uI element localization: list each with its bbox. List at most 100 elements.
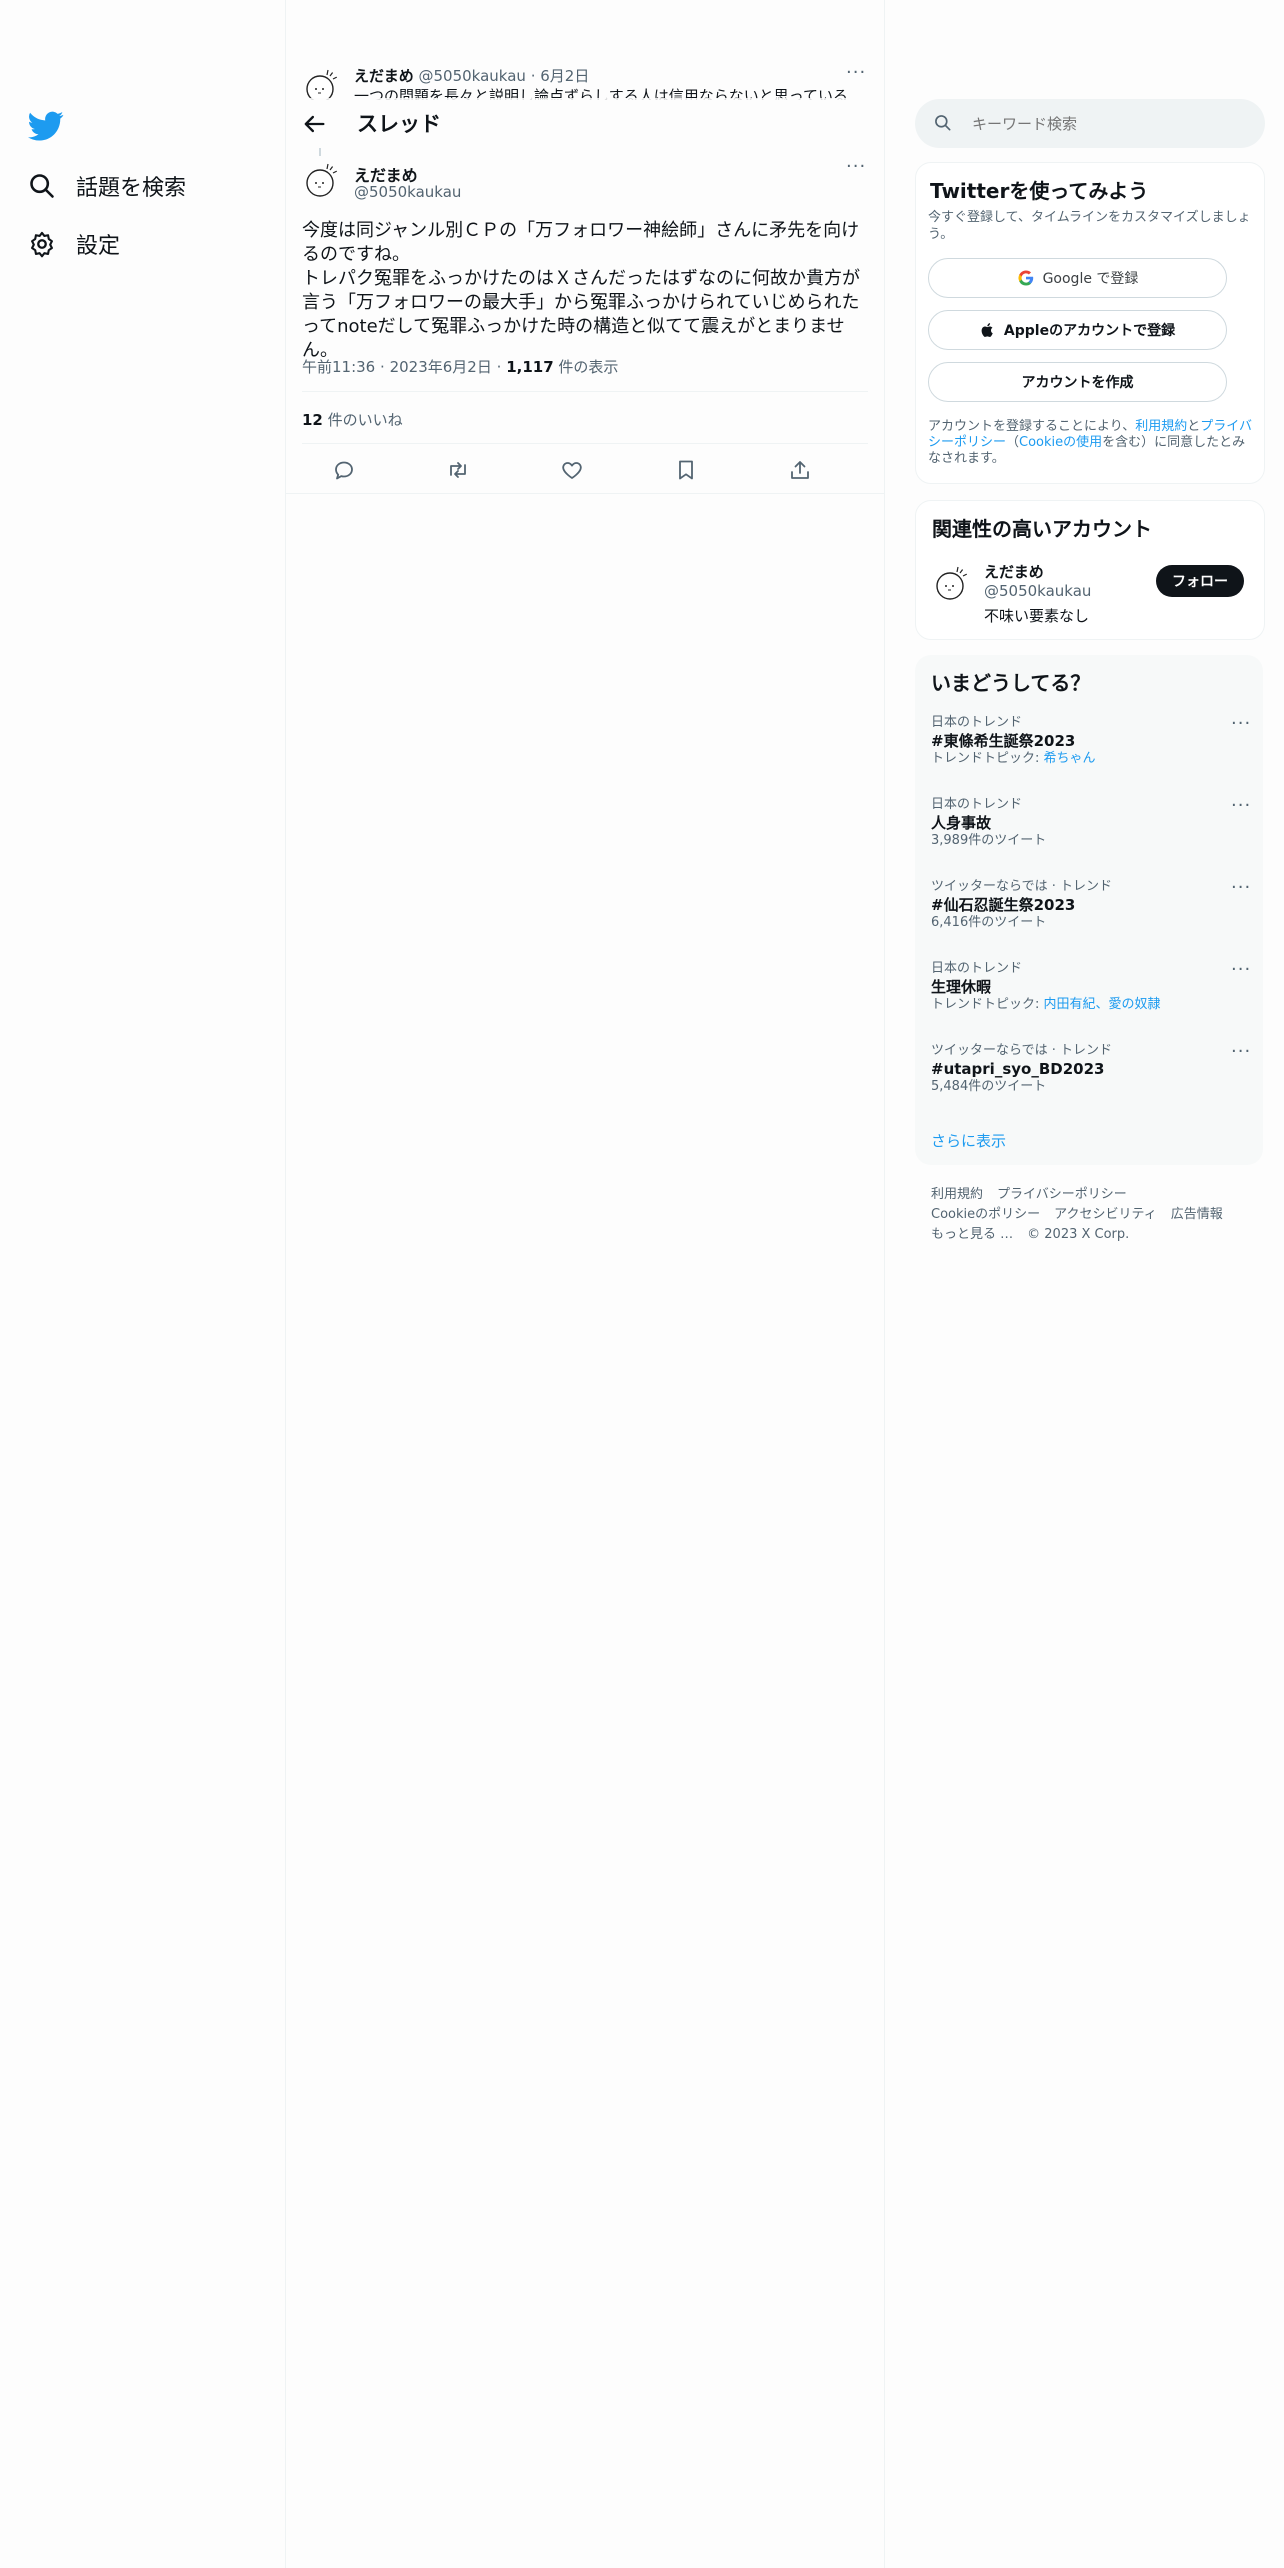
more-icon[interactable]: ··· bbox=[1231, 1043, 1251, 1067]
button-label: アカウントを作成 bbox=[1021, 375, 1134, 391]
google-icon bbox=[1018, 270, 1033, 286]
button-label: Google で登録 bbox=[1042, 271, 1139, 287]
trend-item[interactable]: 日本のトレンド #東條希生誕祭2023 トレンドトピック: 希ちゃん ··· bbox=[931, 715, 1251, 767]
more-icon[interactable]: ··· bbox=[1231, 715, 1251, 739]
header-bar: スレッド bbox=[286, 98, 884, 150]
author-handle[interactable]: @5050kaukau bbox=[418, 67, 525, 85]
show-more-link[interactable]: さらに表示 bbox=[931, 1130, 1006, 1151]
cookie-link[interactable]: Cookieの使用 bbox=[1019, 435, 1102, 450]
trend-title: #仙石忍誕生祭2023 bbox=[931, 896, 1076, 914]
trend-item[interactable]: 日本のトレンド 人身事故 3,989件のツイート ··· bbox=[931, 797, 1251, 849]
divider bbox=[286, 493, 884, 494]
previous-tweet[interactable]: えだまめ @5050kaukau · 6月2日 一つの問題を長々と説明し論点ずら… bbox=[286, 60, 884, 100]
trend-topic-link[interactable]: 内田有紀、愛の奴隷 bbox=[1044, 997, 1161, 1012]
footer-accessibility-link[interactable]: アクセシビリティ bbox=[1054, 1207, 1157, 1222]
signup-card: Twitterを使ってみよう 今すぐ登録して、タイムラインをカスタマイズしましょ… bbox=[915, 162, 1265, 484]
footer-privacy-link[interactable]: プライバシーポリシー bbox=[997, 1187, 1127, 1202]
terms-and: と bbox=[1187, 419, 1201, 434]
column-divider bbox=[884, 0, 885, 2568]
trend-context: ツイッターならでは · トレンド bbox=[931, 879, 1113, 894]
trend-count: 3,989件のツイート bbox=[931, 833, 1047, 848]
more-icon[interactable]: ··· bbox=[1231, 879, 1251, 903]
trend-item[interactable]: ツイッターならでは · トレンド #utapri_syo_BD2023 5,48… bbox=[931, 1043, 1251, 1095]
follow-button[interactable]: フォロー bbox=[1156, 565, 1244, 597]
google-signup-button[interactable]: Google で登録 bbox=[928, 258, 1227, 298]
avatar[interactable] bbox=[300, 68, 340, 100]
trend-title: #utapri_syo_BD2023 bbox=[931, 1060, 1105, 1078]
trend-topic: トレンドトピック: 希ちゃん bbox=[931, 751, 1251, 767]
terms-link[interactable]: 利用規約 bbox=[1135, 419, 1187, 434]
account-handle[interactable]: @5050kaukau bbox=[984, 582, 1091, 600]
tweet-date[interactable]: 6月2日 bbox=[540, 67, 589, 85]
terms-prefix: アカウントを登録することにより、 bbox=[928, 419, 1136, 434]
trend-count: 5,484件のツイート bbox=[931, 1079, 1047, 1094]
card-subtitle: 今すぐ登録して、タイムラインをカスタマイズしましょう。 bbox=[928, 210, 1251, 242]
card-title: 関連性の高いアカウント bbox=[932, 517, 1152, 541]
separator: · bbox=[530, 67, 536, 85]
likes-count: 12 bbox=[302, 411, 323, 429]
more-icon[interactable]: ··· bbox=[1231, 961, 1251, 985]
like-heart-icon[interactable] bbox=[560, 458, 584, 482]
tweet-text-line: トレパク冤罪をふっかけたのはＸさんだったはずなのに何故か貴方が言う「万フォロワー… bbox=[302, 268, 860, 361]
twitter-logo-icon[interactable] bbox=[28, 108, 64, 144]
reply-icon[interactable] bbox=[332, 458, 356, 482]
retweet-icon[interactable] bbox=[446, 458, 470, 482]
trend-item[interactable]: 日本のトレンド 生理休暇 トレンドトピック: 内田有紀、愛の奴隷 ··· bbox=[931, 961, 1251, 1013]
avatar[interactable] bbox=[930, 565, 970, 605]
trend-context: 日本のトレンド bbox=[931, 797, 1023, 812]
page-title: スレッド bbox=[357, 112, 441, 136]
search-input[interactable] bbox=[970, 111, 1244, 137]
likes-label: 件のいいね bbox=[322, 411, 403, 429]
separator: · bbox=[496, 358, 502, 376]
trend-context: ツイッターならでは · トレンド bbox=[931, 1043, 1113, 1058]
search-box[interactable] bbox=[915, 99, 1265, 148]
tweet-author-row: えだまめ @5050kaukau · 6月2日 bbox=[354, 65, 589, 86]
create-account-button[interactable]: アカウントを作成 bbox=[928, 362, 1227, 402]
footer-copyright: © 2023 X Corp. bbox=[1027, 1227, 1130, 1242]
account-name[interactable]: えだまめ bbox=[984, 561, 1044, 582]
tweet-actions bbox=[302, 452, 868, 488]
related-accounts-card: 関連性の高いアカウント えだまめ @5050kaukau 不味い要素なし フォロ… bbox=[915, 500, 1265, 640]
author-name[interactable]: えだまめ bbox=[354, 67, 414, 85]
trend-context: 日本のトレンド bbox=[931, 961, 1023, 976]
footer-ads-link[interactable]: 広告情報 bbox=[1171, 1207, 1223, 1222]
nav-item-label: 話題を検索 bbox=[76, 176, 187, 201]
card-title: Twitterを使ってみよう bbox=[930, 179, 1149, 203]
footer-cookie-link[interactable]: Cookieのポリシー bbox=[931, 1207, 1040, 1222]
more-icon[interactable]: ··· bbox=[1231, 797, 1251, 821]
views-count: 1,117 bbox=[506, 358, 554, 376]
thread-connector bbox=[319, 148, 321, 156]
trend-topic-link[interactable]: 希ちゃん bbox=[1044, 751, 1096, 766]
likes-stat[interactable]: 12 件のいいね bbox=[302, 409, 403, 430]
separator: · bbox=[380, 358, 385, 376]
footer-more-link[interactable]: もっと見る … bbox=[931, 1227, 1013, 1242]
share-icon[interactable] bbox=[788, 458, 812, 482]
nav-item-settings[interactable]: 設定 bbox=[28, 228, 120, 260]
trend-item[interactable]: ツイッターならでは · トレンド #仙石忍誕生祭2023 6,416件のツイート… bbox=[931, 879, 1251, 931]
tweet-date[interactable]: 2023年6月2日 bbox=[390, 358, 492, 376]
avatar[interactable] bbox=[300, 162, 340, 202]
button-label: Appleのアカウントで登録 bbox=[1003, 323, 1176, 339]
tweet-metadata: 午前11:36 · 2023年6月2日 · 1,117 件の表示 bbox=[302, 356, 618, 377]
tweet-text: 今度は同ジャンル別ＣＰの「万フォロワー神絵師」さんに矛先を向けるのですね。 トレ… bbox=[302, 219, 870, 363]
gear-icon bbox=[31, 231, 53, 258]
trends-card: いまどうしてる？ 日本のトレンド #東條希生誕祭2023 トレンドトピック: 希… bbox=[915, 655, 1263, 1165]
footer-terms-link[interactable]: 利用規約 bbox=[931, 1187, 983, 1202]
left-navigation: 話題を検索 設定 bbox=[0, 0, 285, 2568]
trend-topic: トレンドトピック: 内田有紀、愛の奴隷 bbox=[931, 997, 1251, 1013]
trend-context: 日本のトレンド bbox=[931, 715, 1023, 730]
trend-title: #東條希生誕祭2023 bbox=[931, 732, 1076, 750]
author-handle[interactable]: @5050kaukau bbox=[354, 183, 461, 201]
more-icon[interactable]: ··· bbox=[846, 158, 866, 182]
apple-signup-button[interactable]: Appleのアカウントで登録 bbox=[928, 310, 1227, 350]
tweet-time[interactable]: 午前11:36 bbox=[302, 358, 375, 376]
terms-text: アカウントを登録することにより、利用規約とプライバシーポリシー（Cookieの使… bbox=[928, 419, 1252, 467]
more-icon[interactable]: ··· bbox=[846, 64, 866, 88]
terms-open: （ bbox=[1006, 435, 1020, 450]
back-arrow-icon[interactable] bbox=[300, 110, 328, 138]
apple-icon bbox=[981, 323, 993, 337]
nav-item-explore[interactable]: 話題を検索 bbox=[28, 170, 186, 202]
bookmark-icon[interactable] bbox=[674, 458, 698, 482]
account-bio: 不味い要素なし bbox=[984, 607, 1090, 625]
card-title: いまどうしてる？ bbox=[931, 671, 1091, 695]
